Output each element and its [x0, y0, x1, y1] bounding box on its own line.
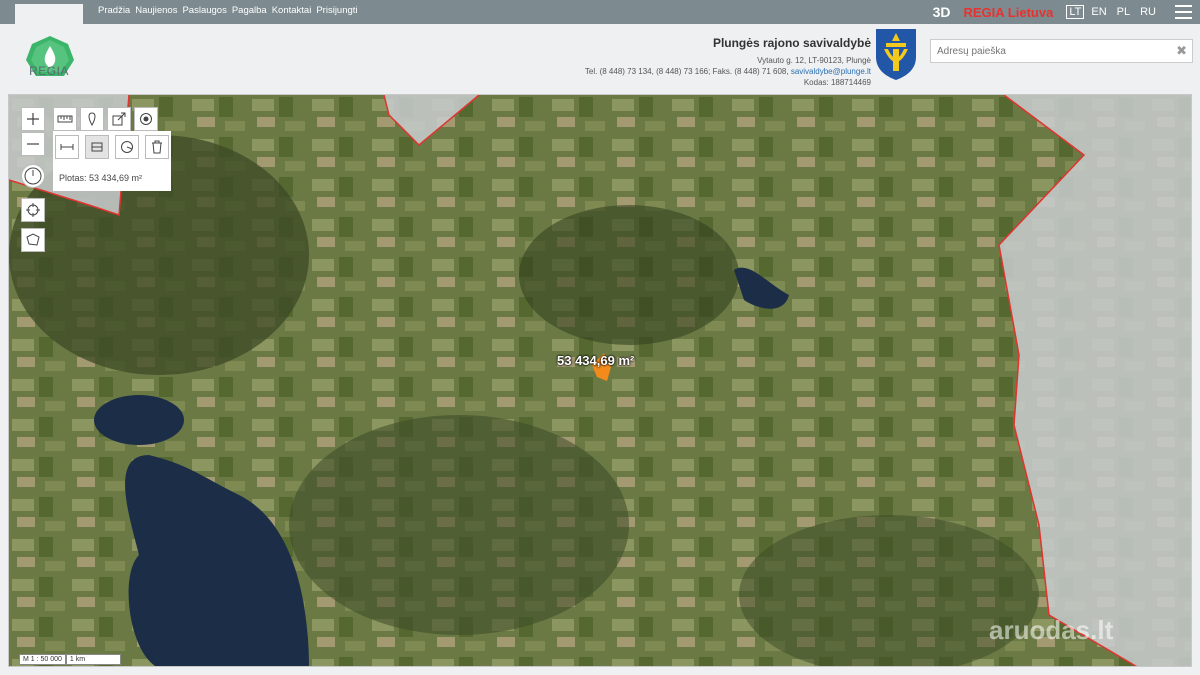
3d-button[interactable]: 3D	[933, 4, 951, 20]
area-icon	[91, 142, 103, 152]
measure-distance-button[interactable]	[55, 135, 79, 159]
compass-icon	[24, 167, 42, 185]
measure-area-button[interactable]	[85, 135, 109, 159]
measure-radius-button[interactable]	[115, 135, 139, 159]
satellite-map-image	[9, 95, 1191, 666]
language-pl[interactable]: PL	[1117, 6, 1130, 18]
measure-tool-button[interactable]	[53, 107, 77, 131]
main-nav: Pradžia Naujienos Paslaugos Pagalba Kont…	[98, 5, 358, 16]
municipality-email-link[interactable]: savivaldybe@plunge.lt	[791, 67, 871, 76]
nav-item-pradzia[interactable]: Pradžia	[98, 5, 130, 16]
top-navigation-bar: Pradžia Naujienos Paslaugos Pagalba Kont…	[0, 0, 1200, 24]
address-search-box: ✖	[930, 39, 1193, 63]
plus-icon	[27, 113, 39, 125]
municipality-code: Kodas: 188714469	[803, 78, 871, 87]
scale-distance: 1 km	[65, 654, 121, 665]
municipality-phone: Tel. (8 448) 73 134, (8 448) 73 166; Fak…	[584, 67, 789, 76]
logo-text: REGIA	[29, 64, 69, 78]
municipality-address: Vytauto g. 12, LT-90123, Plungė	[757, 56, 871, 65]
nav-item-prisijungti[interactable]: Prisijungti	[316, 5, 357, 16]
municipality-info: Plungės rajono savivaldybė Vytauto g. 12…	[585, 36, 871, 88]
regia-lietuva-link[interactable]: REGIA Lietuva	[964, 5, 1054, 20]
clear-measure-button[interactable]	[145, 135, 169, 159]
target-icon	[140, 113, 152, 125]
crosshair-icon	[26, 203, 40, 217]
map-pin-icon	[88, 112, 96, 126]
compass-button[interactable]	[21, 164, 45, 188]
language-lt[interactable]: LT	[1066, 5, 1085, 19]
marker-tool-button[interactable]	[80, 107, 104, 131]
logo-tab	[15, 4, 83, 24]
close-icon[interactable]: ✖	[1176, 43, 1187, 59]
ruler-icon	[57, 115, 73, 123]
top-right-controls: 3D REGIA Lietuva LT EN PL RU	[933, 0, 1200, 24]
coat-of-arms-icon	[876, 29, 916, 80]
area-readout: Plotas: 53 434,69 m²	[59, 173, 143, 183]
trash-icon	[152, 140, 162, 154]
zoom-out-button[interactable]	[21, 132, 45, 156]
radius-icon	[121, 141, 133, 153]
municipality-contacts: Tel. (8 448) 73 134, (8 448) 73 166; Fak…	[585, 66, 871, 77]
municipality-name: Plungės rajono savivaldybė	[712, 36, 871, 50]
locate-button[interactable]	[21, 198, 45, 222]
nav-item-kontaktai[interactable]: Kontaktai	[272, 5, 312, 16]
parcel-area-label: 53 434,69 m²	[557, 353, 635, 368]
share-icon	[112, 112, 126, 126]
nav-item-naujienos[interactable]: Naujienos	[135, 5, 177, 16]
share-button[interactable]	[107, 107, 131, 131]
menu-icon[interactable]	[1175, 5, 1192, 19]
polygon-icon	[26, 233, 40, 246]
map-view[interactable]: Plotas: 53 434,69 m² 53 434,69 m² M 1 : …	[8, 94, 1192, 667]
language-ru[interactable]: RU	[1140, 6, 1156, 18]
address-search-input[interactable]	[931, 40, 1161, 62]
zoom-in-button[interactable]	[21, 107, 45, 131]
measure-panel: Plotas: 53 434,69 m²	[53, 131, 171, 191]
distance-icon	[60, 144, 74, 150]
scale-bar: M 1 : 50 000 1 km	[19, 654, 121, 665]
scale-ratio: M 1 : 50 000	[19, 654, 66, 665]
aruodas-watermark: aruodas.lt	[989, 615, 1114, 645]
minus-icon	[27, 143, 39, 145]
nav-item-pagalba[interactable]: Pagalba	[232, 5, 267, 16]
record-button[interactable]	[134, 107, 158, 131]
language-en[interactable]: EN	[1091, 6, 1106, 18]
draw-area-button[interactable]	[21, 228, 45, 252]
nav-item-paslaugos[interactable]: Paslaugos	[182, 5, 226, 16]
header: REGIA Plungės rajono savivaldybė Vytauto…	[0, 24, 1200, 94]
